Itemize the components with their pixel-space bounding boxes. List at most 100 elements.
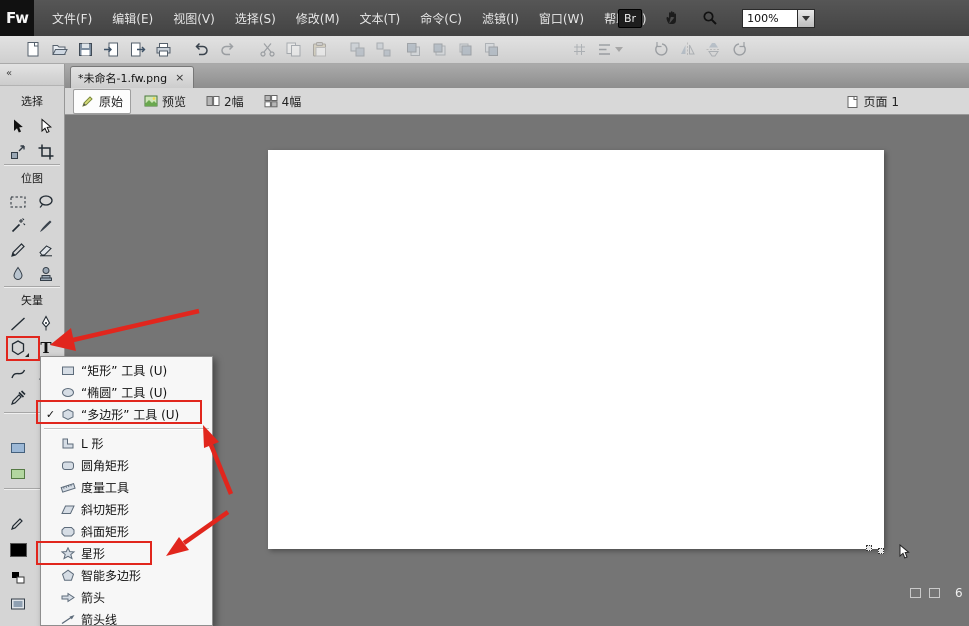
menu-commands[interactable]: 命令(C)	[410, 0, 472, 36]
rotate-ccw-button[interactable]	[648, 39, 674, 61]
minimize-panel-icon[interactable]	[910, 588, 921, 598]
eyedropper-tool[interactable]	[4, 386, 32, 410]
bring-forward-button[interactable]	[426, 39, 452, 61]
rectangle-hotspot-tool[interactable]	[4, 436, 32, 460]
close-panel-icon[interactable]	[929, 588, 940, 598]
menu-item-star[interactable]: 星形	[41, 542, 212, 564]
canvas-resize-handle[interactable]	[878, 548, 884, 554]
hotspot-icon	[9, 439, 27, 457]
document-canvas[interactable]	[268, 150, 884, 549]
menu-item-rectangle-tool[interactable]: “矩形” 工具 (U)	[41, 359, 212, 381]
hand-tool-icon[interactable]	[664, 10, 680, 26]
menu-text[interactable]: 文本(T)	[350, 0, 411, 36]
search-icon[interactable]	[702, 10, 718, 26]
menu-edit[interactable]: 编辑(E)	[102, 0, 163, 36]
slice-tool[interactable]	[4, 462, 32, 486]
lasso-tool[interactable]	[32, 190, 60, 214]
page-indicator[interactable]: 页面 1	[846, 88, 899, 115]
stroke-color-control[interactable]	[4, 512, 32, 536]
send-to-back-button[interactable]	[478, 39, 504, 61]
menu-item-smart-polygon[interactable]: 智能多边形	[41, 564, 212, 586]
menubar-right: Br	[618, 0, 815, 36]
bring-to-front-icon	[405, 41, 422, 58]
screen-mode-icon	[9, 595, 27, 613]
eraser-tool[interactable]	[32, 238, 60, 262]
marquee-tool[interactable]	[4, 190, 32, 214]
import-button[interactable]	[98, 39, 124, 61]
menu-item-arrow-line[interactable]: 箭头线	[41, 608, 212, 626]
freeform-tool[interactable]	[4, 362, 32, 386]
crop-tool[interactable]	[32, 140, 60, 164]
blur-tool[interactable]	[4, 262, 32, 286]
new-document-icon	[25, 41, 42, 58]
menu-item-arrow[interactable]: 箭头	[41, 586, 212, 608]
view-mode-preview[interactable]: 预览	[137, 90, 193, 113]
rotate-cw-button[interactable]	[726, 39, 752, 61]
bring-to-front-button[interactable]	[400, 39, 426, 61]
pen-tool[interactable]	[32, 312, 60, 336]
default-colors-button[interactable]	[4, 566, 32, 590]
align-button[interactable]	[592, 39, 626, 61]
tool-row	[4, 214, 62, 238]
send-backward-button[interactable]	[452, 39, 478, 61]
subselection-tool[interactable]	[32, 115, 60, 139]
scale-tool[interactable]	[4, 140, 32, 164]
menu-item-polygon-tool[interactable]: ✓ “多边形” 工具 (U)	[41, 403, 212, 425]
zoom-input[interactable]	[742, 9, 798, 28]
paste-button[interactable]	[306, 39, 332, 61]
ungroup-button[interactable]	[370, 39, 396, 61]
menu-modify[interactable]: 修改(M)	[286, 0, 350, 36]
tab-close-icon[interactable]: ×	[175, 71, 184, 84]
bridge-button[interactable]: Br	[618, 9, 642, 28]
print-button[interactable]	[150, 39, 176, 61]
group-button[interactable]	[344, 39, 370, 61]
view-mode-2up[interactable]: 2幅	[199, 90, 251, 113]
zoom-dropdown-arrow[interactable]	[798, 9, 815, 28]
magic-wand-icon	[9, 217, 27, 235]
brush-tool[interactable]	[32, 214, 60, 238]
open-button[interactable]	[46, 39, 72, 61]
menu-filters[interactable]: 滤镜(I)	[472, 0, 529, 36]
menu-item-beveled-rectangle[interactable]: 斜面矩形	[41, 520, 212, 542]
redo-button[interactable]	[214, 39, 240, 61]
fill-color-well[interactable]	[4, 538, 32, 562]
menu-window[interactable]: 窗口(W)	[529, 0, 594, 36]
undo-button[interactable]	[188, 39, 214, 61]
tool-row	[4, 190, 62, 214]
view-mode-original[interactable]: 原始	[73, 89, 131, 114]
menu-item-l-shape[interactable]: L 形	[41, 432, 212, 454]
copy-button[interactable]	[280, 39, 306, 61]
flip-horizontal-button[interactable]	[674, 39, 700, 61]
cut-button[interactable]	[254, 39, 280, 61]
pencil-tool[interactable]	[4, 238, 32, 262]
app-logo: Fw	[0, 0, 34, 36]
save-button[interactable]	[72, 39, 98, 61]
section-label-bitmap: 位图	[0, 170, 64, 186]
menu-item-skewed-rectangle[interactable]: 斜切矩形	[41, 498, 212, 520]
export-button[interactable]	[124, 39, 150, 61]
page-icon	[846, 95, 859, 109]
menu-select[interactable]: 选择(S)	[225, 0, 286, 36]
screen-mode-button[interactable]	[4, 592, 32, 616]
snap-button[interactable]	[566, 39, 592, 61]
rotate-ccw-icon	[653, 41, 670, 58]
menu-item-ellipse-tool[interactable]: “椭圆” 工具 (U)	[41, 381, 212, 403]
document-tab[interactable]: *未命名-1.fw.png ×	[70, 66, 194, 88]
menu-view[interactable]: 视图(V)	[163, 0, 225, 36]
line-tool[interactable]	[4, 312, 32, 336]
document-tab-title: *未命名-1.fw.png	[78, 70, 167, 86]
view-mode-4up[interactable]: 4幅	[257, 90, 309, 113]
menu-item-rounded-rectangle[interactable]: 圆角矩形	[41, 454, 212, 476]
menu-item-measure-tool[interactable]: 度量工具	[41, 476, 212, 498]
polygon-tool[interactable]	[4, 336, 32, 360]
collapse-tools-panel-icon[interactable]: «	[6, 68, 12, 79]
new-document-button[interactable]	[20, 39, 46, 61]
canvas-resize-handle[interactable]	[866, 545, 872, 551]
flip-vertical-button[interactable]	[700, 39, 726, 61]
rubber-stamp-tool[interactable]	[32, 262, 60, 286]
pointer-icon	[9, 118, 27, 136]
rotate-cw-icon	[731, 41, 748, 58]
menu-file[interactable]: 文件(F)	[42, 0, 102, 36]
magic-wand-tool[interactable]	[4, 214, 32, 238]
pointer-tool[interactable]	[4, 115, 32, 139]
